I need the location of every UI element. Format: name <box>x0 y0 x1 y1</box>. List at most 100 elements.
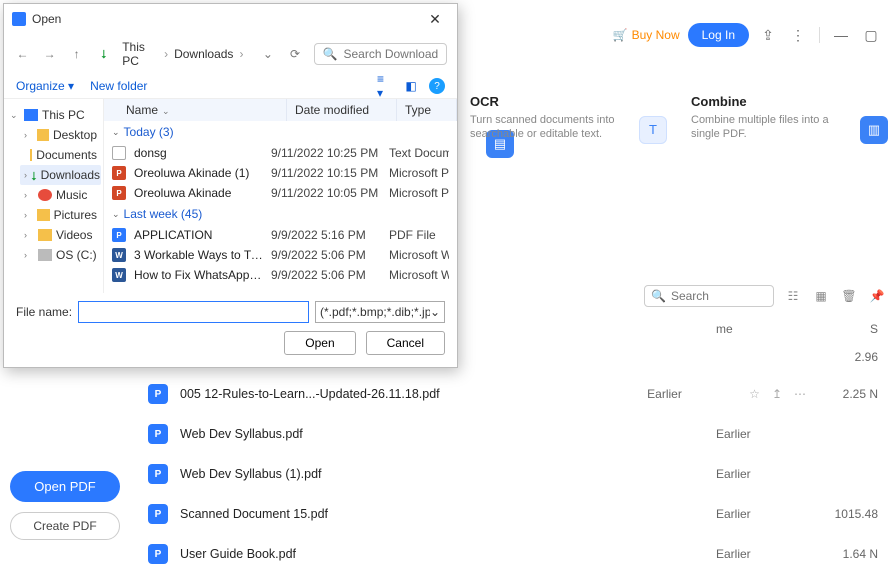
filename-input[interactable] <box>78 301 309 323</box>
share-icon[interactable]: ⇪ <box>757 24 779 46</box>
nav-back-icon[interactable]: ← <box>14 45 31 63</box>
file-item[interactable]: WHow to Fix WhatsApp Backup Not Showi...… <box>104 265 457 285</box>
pin-icon[interactable]: 📌 <box>868 287 886 305</box>
card-title: OCR <box>470 94 665 109</box>
view-grid-icon[interactable]: ▦ <box>812 287 830 305</box>
view-list-icon[interactable]: ☷ <box>784 287 802 305</box>
row-actions: ☆ ↥ ⋯ <box>749 387 806 401</box>
more-icon[interactable]: ⋯ <box>794 387 806 401</box>
pdf-icon: P <box>148 544 168 564</box>
tree-desktop[interactable]: ›Desktop <box>20 125 101 145</box>
file-name: Scanned Document 15.pdf <box>180 507 704 521</box>
search-icon: 🔍 <box>651 289 666 303</box>
minimize-icon[interactable]: — <box>830 24 852 46</box>
maximize-icon[interactable]: ▢ <box>860 24 882 46</box>
group-today[interactable]: ⌄Today (3) <box>104 121 457 143</box>
ocr-icon: T <box>639 116 667 144</box>
filetype-select[interactable]: (*.pdf;*.bmp;*.dib;*.jpg;*.jpeg;*⌄ <box>315 301 445 323</box>
dialog-body: ⌄This PC ›Desktop Documents ›⭣Downloads … <box>4 98 457 293</box>
file-item[interactable]: donsg9/11/2022 10:25 PMText Documen <box>104 143 457 163</box>
app-icon <box>12 12 26 26</box>
dialog-search[interactable]: 🔍 <box>314 43 448 65</box>
open-dialog: Open ✕ ← → ↑ ⭣ This PC › Downloads › ⌄ ⟳… <box>3 3 458 368</box>
file-time: Earlier <box>716 427 806 441</box>
tree-osc[interactable]: ›OS (C:) <box>20 245 101 265</box>
left-panel: Open PDF Create PDF <box>10 471 140 540</box>
col-date[interactable]: Date modified <box>287 99 397 121</box>
create-pdf-button[interactable]: Create PDF <box>10 512 120 540</box>
view-mode-icon[interactable]: ≡ ▾ <box>377 78 393 94</box>
tree-videos[interactable]: ›Videos <box>20 225 101 245</box>
tree-music[interactable]: ›Music <box>20 185 101 205</box>
chevron-right-icon: › <box>164 47 168 61</box>
nav-forward-icon[interactable]: → <box>41 45 58 63</box>
card-combine[interactable]: Combine Combine multiple files into a si… <box>691 88 892 148</box>
file-time: Earlier <box>647 387 737 401</box>
chevron-right-icon: › <box>239 47 243 61</box>
search-input[interactable]: 🔍 <box>644 285 774 307</box>
file-item[interactable]: POreoluwa Akinade (1)9/11/2022 10:15 PMM… <box>104 163 457 183</box>
organize-menu[interactable]: Organize ▾ <box>16 79 74 93</box>
nav-download-icon[interactable]: ⭣ <box>95 45 112 63</box>
crumb-item[interactable]: Downloads <box>174 47 233 61</box>
pdf-icon: P <box>148 464 168 484</box>
group-lastweek[interactable]: ⌄Last week (45) <box>104 203 457 225</box>
buy-now-label: Buy Now <box>632 28 680 42</box>
file-name: Web Dev Syllabus.pdf <box>180 427 704 441</box>
file-item[interactable]: POreoluwa Akinade9/11/2022 10:05 PMMicro… <box>104 183 457 203</box>
file-row[interactable]: P Scanned Document 15.pdf Earlier 1015.4… <box>140 494 886 534</box>
file-size: 1015.48 <box>818 507 878 521</box>
separator <box>819 27 820 43</box>
file-item[interactable]: W3 Workable Ways to Transfer Game Progr.… <box>104 245 457 265</box>
open-button[interactable]: Open <box>284 331 355 355</box>
file-row[interactable]: P 005 12-Rules-to-Learn...-Updated-26.11… <box>140 374 886 414</box>
tree-downloads[interactable]: ›⭣Downloads <box>20 165 101 185</box>
tree-documents[interactable]: Documents <box>20 145 101 165</box>
dialog-footer: File name: (*.pdf;*.bmp;*.dib;*.jpg;*.jp… <box>4 293 457 367</box>
col-name[interactable]: Name⌄ <box>104 99 287 121</box>
file-time: Earlier <box>716 507 806 521</box>
card-title: Combine <box>691 94 886 109</box>
file-size: 2.25 N <box>818 387 878 401</box>
buy-now-link[interactable]: 🛒 Buy Now <box>613 28 680 42</box>
col-time: me <box>716 322 806 336</box>
tree-this-pc[interactable]: ⌄This PC <box>6 105 101 125</box>
card-ocr[interactable]: OCR Turn scanned documents into searchab… <box>470 88 671 148</box>
file-row[interactable]: P Web Dev Syllabus (1).pdf Earlier <box>140 454 886 494</box>
more-icon[interactable]: ⋮ <box>787 24 809 46</box>
column-header: Name⌄ Date modified Type <box>104 99 457 121</box>
search-field[interactable] <box>671 289 767 303</box>
file-item[interactable]: PAPPLICATION9/9/2022 5:16 PMPDF File <box>104 225 457 245</box>
login-button[interactable]: Log In <box>688 23 749 47</box>
new-folder-button[interactable]: New folder <box>90 79 147 93</box>
tree-pictures[interactable]: ›Pictures <box>20 205 101 225</box>
upload-icon[interactable]: ↥ <box>772 387 782 401</box>
file-size: 1.64 N <box>818 547 878 561</box>
dialog-title: Open <box>32 12 415 26</box>
delete-icon[interactable]: 🗑 <box>840 287 858 305</box>
close-icon[interactable]: ✕ <box>421 8 449 30</box>
file-name: Web Dev Syllabus (1).pdf <box>180 467 704 481</box>
cancel-button[interactable]: Cancel <box>366 331 445 355</box>
chevron-down-icon[interactable]: ⌄ <box>259 45 276 63</box>
star-icon[interactable]: ☆ <box>749 387 760 401</box>
pdf-icon: P <box>148 504 168 524</box>
cart-icon: 🛒 <box>613 28 628 42</box>
crumb-item[interactable]: This PC <box>122 40 158 68</box>
file-time: Earlier <box>716 467 806 481</box>
col-type[interactable]: Type <box>397 99 457 121</box>
file-name: 005 12-Rules-to-Learn...-Updated-26.11.1… <box>180 387 635 401</box>
breadcrumb[interactable]: This PC › Downloads › <box>122 40 243 68</box>
filter-bar: 🔍 ☷ ▦ 🗑 📌 <box>644 285 886 307</box>
nav-up-icon[interactable]: ↑ <box>68 45 85 63</box>
dialog-toolbar: Organize ▾ New folder ≡ ▾ ◧ ? <box>4 74 457 98</box>
refresh-icon[interactable]: ⟳ <box>286 45 303 63</box>
help-icon[interactable]: ? <box>429 78 445 94</box>
file-size: 2.96 <box>818 350 878 364</box>
open-pdf-button[interactable]: Open PDF <box>10 471 120 502</box>
file-row[interactable]: P Web Dev Syllabus.pdf Earlier <box>140 414 886 454</box>
dialog-search-input[interactable] <box>343 47 438 61</box>
dialog-file-list: Name⌄ Date modified Type ⌄Today (3) dons… <box>104 99 457 293</box>
file-row[interactable]: P User Guide Book.pdf Earlier 1.64 N <box>140 534 886 574</box>
preview-pane-icon[interactable]: ◧ <box>403 78 419 94</box>
